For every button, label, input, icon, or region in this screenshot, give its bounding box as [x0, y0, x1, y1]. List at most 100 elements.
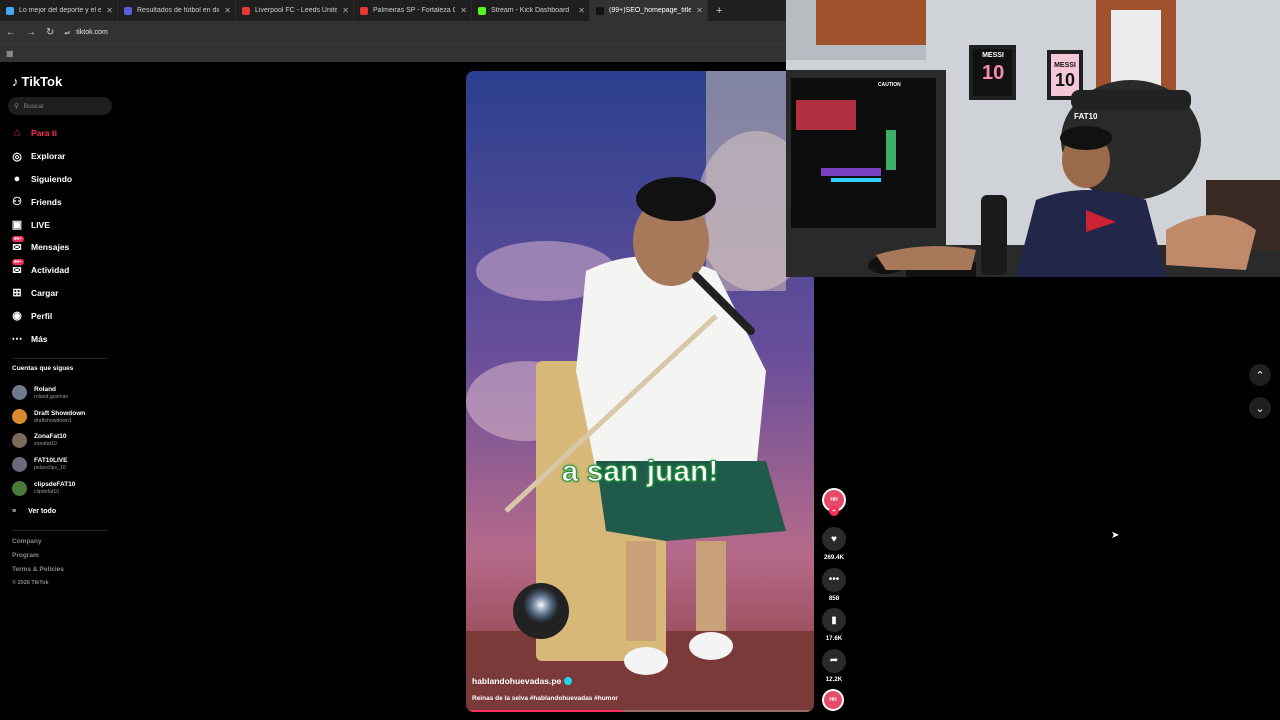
- browser-tab[interactable]: Palmeiras SP - Fortaleza CE Cur ✕: [354, 0, 472, 21]
- video-progress-bar[interactable]: [466, 710, 814, 712]
- following-account[interactable]: Roland roland.guzman: [12, 381, 85, 405]
- tiktok-sidebar: ♪ TikTok ⚲ Buscar ⌂ Para ti ◎ Explorar ● Sigu…: [0, 62, 120, 720]
- footer-link-company[interactable]: Company: [12, 538, 64, 552]
- nav-item-live[interactable]: ▣ LIVE: [10, 213, 72, 236]
- apps-grid-icon[interactable]: ▦: [6, 49, 14, 58]
- poster-1-number: 10: [982, 62, 1005, 84]
- next-video-button[interactable]: ⌄: [1249, 397, 1271, 419]
- nav-item-explorar[interactable]: ◎ Explorar: [10, 145, 72, 168]
- video-caption-overlay: a san juan!: [561, 455, 719, 489]
- nav-item-actividad[interactable]: ✉ 99+ Actividad: [10, 259, 72, 282]
- poster-2-title: MESSI: [1054, 62, 1076, 69]
- nav-item-para-ti[interactable]: ⌂ Para ti: [10, 122, 72, 145]
- url-field[interactable]: ⇌ tiktok.com: [64, 29, 107, 37]
- reload-icon[interactable]: ↻: [46, 27, 54, 38]
- following-account[interactable]: FAT10LIVE pelaoclips_10: [12, 452, 85, 476]
- see-all-label: Ver todo: [28, 508, 57, 516]
- divider: [12, 358, 108, 359]
- following-account[interactable]: ZonaFat10 zonafat10: [12, 429, 85, 453]
- previous-video-button[interactable]: ⌃: [1249, 364, 1271, 386]
- comment-count: 858: [828, 594, 840, 602]
- nav-label: Perfil: [31, 310, 53, 321]
- forward-icon[interactable]: →: [26, 27, 36, 38]
- browser-tab[interactable]: Resultados de fútbol en directo ✕: [118, 0, 236, 21]
- tiktok-logo[interactable]: ♪ TikTok: [12, 74, 62, 89]
- share-button[interactable]: ➦: [822, 648, 846, 673]
- chair-label: FAT10: [1074, 112, 1098, 121]
- save-count: 17.6K: [825, 635, 843, 642]
- new-tab-button[interactable]: +: [716, 5, 722, 17]
- browser-tab[interactable]: Liverpool FC - Leeds United Fútb ✕: [236, 0, 354, 21]
- nav-item-siguiendo[interactable]: ● Siguiendo: [10, 168, 72, 191]
- chevron-down-icon: ⌄: [1255, 402, 1265, 415]
- live-icon: ▣: [11, 219, 23, 232]
- poster-2-number: 10: [1054, 70, 1076, 90]
- nav-item-friends[interactable]: ⚇ Friends: [10, 190, 72, 213]
- author-name: hablandohuevadas.pe: [472, 676, 562, 686]
- video-progress-fill: [466, 710, 623, 712]
- video-actions: HH + ♥ 269.4K ••• 858 ▮ 17.6K ➦ 12.2K HH: [822, 488, 846, 711]
- tab-favicon-icon: [360, 6, 368, 15]
- messages-icon: ✉ 99+: [12, 236, 24, 254]
- close-tab-icon[interactable]: ✕: [342, 6, 349, 15]
- nav-label: Friends: [31, 196, 62, 207]
- following-account[interactable]: Draft Showdown draftshowdown1: [12, 405, 85, 429]
- activity-icon: ✉ 99+: [12, 259, 24, 277]
- nav-item-m-s[interactable]: ⋯ Más: [10, 327, 72, 350]
- nav-item-perfil[interactable]: ◉ Perfil: [10, 304, 72, 327]
- avatar: [12, 480, 27, 496]
- footer-link-terms[interactable]: Terms & Policies: [12, 566, 64, 580]
- tab-favicon-icon: [478, 6, 486, 15]
- close-tab-icon[interactable]: ✕: [460, 6, 467, 15]
- following-account[interactable]: clipsdeFAT10 clipdefat10: [12, 476, 85, 500]
- creator-avatar[interactable]: HH +: [822, 488, 846, 516]
- following-header: Cuentas que sigues: [12, 365, 74, 372]
- copyright: © 2026 TikTok: [12, 580, 49, 586]
- account-handle: clipdefat10: [34, 489, 60, 496]
- footer-link-program[interactable]: Program: [12, 552, 64, 566]
- video-description: Reinas de la selva #hablandohuevadas #hu…: [472, 695, 618, 702]
- chevron-up-icon: ⌃: [1255, 369, 1265, 382]
- nav-label: Siguiendo: [31, 173, 73, 184]
- browser-tab-bar: Lo mejor del deporte y el entre✕Resultad…: [0, 0, 786, 21]
- browser-tab[interactable]: Stream - Kick Dashboard ✕: [472, 0, 590, 21]
- poster-1-title: MESSI: [982, 52, 1004, 59]
- share-arrow-icon: ➦: [829, 655, 839, 666]
- account-handle: roland.guzman: [34, 393, 69, 400]
- close-tab-icon[interactable]: ✕: [224, 6, 231, 15]
- following-avatar-icon: ●: [13, 172, 21, 185]
- browser-tab[interactable]: Lo mejor del deporte y el entre ✕: [0, 0, 118, 21]
- avatar: [12, 432, 27, 448]
- tiktok-note-icon: ♪: [12, 74, 19, 89]
- like-button[interactable]: ♥: [822, 527, 846, 551]
- back-icon[interactable]: ←: [6, 27, 16, 38]
- browser-tab[interactable]: (99+)SEO_homepage_title ✕: [590, 0, 708, 21]
- site-info-icon[interactable]: ⇌: [64, 29, 70, 37]
- like-count: 269.4K: [824, 554, 844, 561]
- sound-disc-image: HH: [824, 691, 842, 709]
- account-handle: draftshowdown1: [34, 417, 72, 424]
- close-tab-icon[interactable]: ✕: [578, 6, 585, 15]
- nav-item-mensajes[interactable]: ✉ 99+ Mensajes: [10, 236, 72, 259]
- video-author[interactable]: hablandohuevadas.pe: [472, 676, 573, 686]
- share-count: 12.2K: [825, 675, 843, 683]
- account-handle: zonafat10: [34, 441, 57, 448]
- follow-plus-icon[interactable]: +: [829, 506, 839, 516]
- save-button[interactable]: ▮: [822, 608, 846, 632]
- see-all-button[interactable]: ≡ Ver todo: [12, 500, 85, 524]
- account-name: ZonaFat10: [34, 433, 67, 441]
- nav-label: Mensajes: [31, 242, 70, 253]
- comment-button[interactable]: •••: [822, 567, 846, 592]
- nav-item-cargar[interactable]: ⊞ Cargar: [10, 282, 72, 305]
- account-name: Draft Showdown: [34, 409, 86, 417]
- video-player[interactable]: a san juan! hablandohuevadas.pe Reinas d…: [466, 71, 814, 712]
- more-icon: ⋯: [11, 333, 23, 346]
- video-frame-image: [466, 71, 814, 712]
- close-tab-icon[interactable]: ✕: [696, 6, 703, 15]
- sound-disc[interactable]: HH: [822, 689, 844, 711]
- account-name: FAT10LIVE: [34, 457, 68, 465]
- search-input[interactable]: ⚲ Buscar: [8, 97, 112, 115]
- account-handle: pelaoclips_10: [34, 465, 66, 472]
- close-tab-icon[interactable]: ✕: [106, 6, 113, 15]
- nav-label: Para ti: [31, 128, 57, 139]
